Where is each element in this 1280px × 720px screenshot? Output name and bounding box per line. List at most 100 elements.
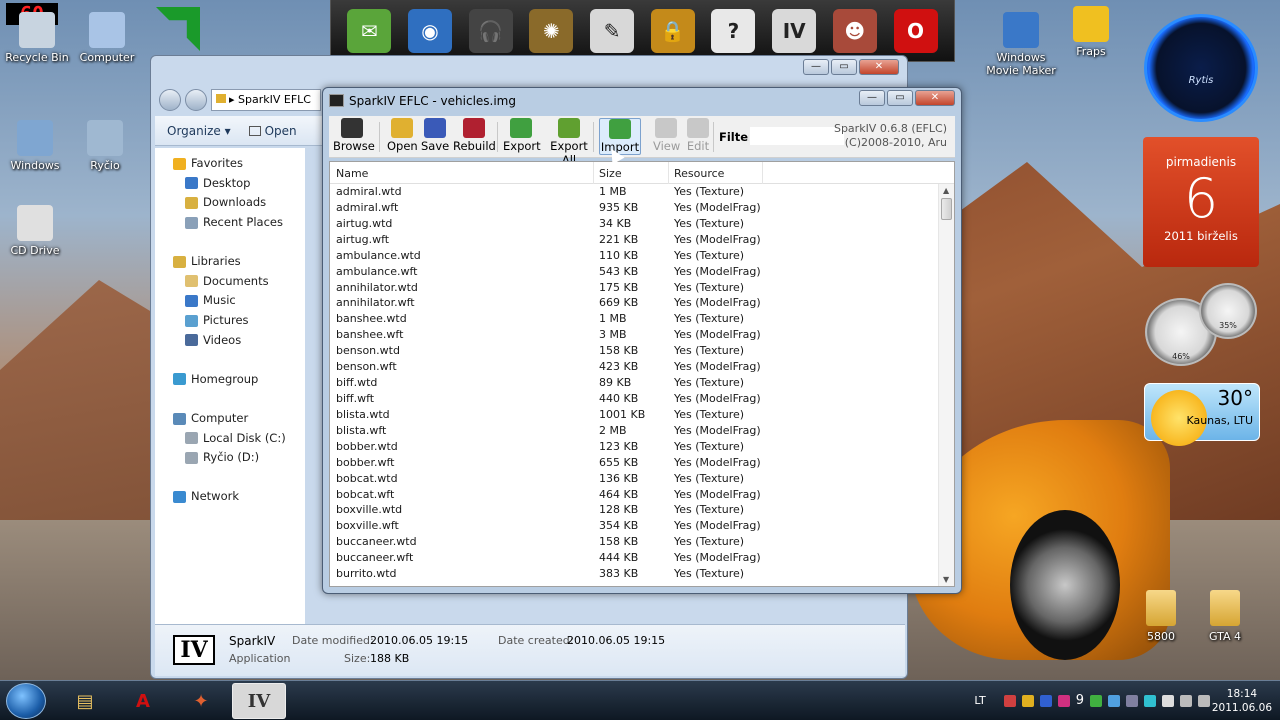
nav-item[interactable]: Local Disk (C:): [155, 428, 305, 448]
sparkiv-taskbar-button[interactable]: IV: [232, 683, 286, 719]
table-row[interactable]: bobcat.wft 464 KB Yes (ModelFrag): [330, 487, 954, 503]
network-icon[interactable]: [1180, 694, 1192, 707]
tray-app-icon[interactable]: [1003, 694, 1016, 707]
back-button[interactable]: [159, 89, 181, 111]
acrobat-taskbar-button[interactable]: A: [116, 683, 170, 719]
explorer-minimize-button[interactable]: —: [803, 59, 829, 75]
table-row[interactable]: burrito.wtd 383 KB Yes (Texture): [330, 566, 954, 582]
volume-icon[interactable]: [1198, 694, 1210, 707]
organize-button[interactable]: Organize ▾: [167, 124, 231, 138]
nav-item[interactable]: Favorites: [155, 154, 305, 174]
sparkiv-maximize-button[interactable]: ▭: [887, 90, 913, 106]
column-name[interactable]: Name: [336, 167, 368, 180]
film-reel-icon[interactable]: ✺: [529, 8, 574, 53]
app-taskbar-button[interactable]: ✦: [174, 683, 228, 719]
padlock-icon[interactable]: 🔒: [650, 8, 695, 53]
address-bar[interactable]: ▸ SparkIV EFLC: [211, 89, 321, 111]
vertical-scrollbar[interactable]: ▲ ▼: [938, 184, 954, 586]
nav-item[interactable]: Computer: [155, 409, 305, 429]
table-row[interactable]: bobber.wft 655 KB Yes (ModelFrag): [330, 455, 954, 471]
desktop-icon[interactable]: Computer: [72, 12, 142, 64]
ram-meter-gadget[interactable]: 35%: [1199, 283, 1257, 339]
table-row[interactable]: boxville.wtd 128 KB Yes (Texture): [330, 502, 954, 518]
table-row[interactable]: banshee.wft 3 MB Yes (ModelFrag): [330, 327, 954, 343]
desktop-icon[interactable]: Recycle Bin: [2, 12, 72, 64]
start-button[interactable]: [6, 683, 46, 719]
rebuild-button[interactable]: Rebuild: [453, 118, 496, 153]
desktop-icon[interactable]: 5800: [1126, 590, 1196, 643]
explorer-taskbar-button[interactable]: ▤: [58, 683, 112, 719]
table-row[interactable]: ambulance.wtd 110 KB Yes (Texture): [330, 248, 954, 264]
tray-app-icon[interactable]: [1108, 694, 1120, 707]
view-button[interactable]: View: [653, 118, 680, 153]
globe-icon[interactable]: ◉: [408, 8, 453, 53]
scroll-down-icon[interactable]: ▼: [943, 575, 949, 584]
explorer-maximize-button[interactable]: ▭: [831, 59, 857, 75]
sparkiv-minimize-button[interactable]: —: [859, 90, 885, 106]
nav-item[interactable]: Network: [155, 487, 305, 507]
tray-number[interactable]: 9: [1076, 693, 1084, 708]
table-row[interactable]: annihilator.wft 669 KB Yes (ModelFrag): [330, 295, 954, 311]
help-icon[interactable]: ?: [711, 8, 756, 53]
headphones-icon[interactable]: 🎧: [468, 8, 513, 53]
explorer-close-button[interactable]: ✕: [859, 59, 899, 75]
tray-app-icon[interactable]: [1144, 694, 1156, 707]
table-row[interactable]: biff.wtd 89 KB Yes (Texture): [330, 375, 954, 391]
table-row[interactable]: admiral.wft 935 KB Yes (ModelFrag): [330, 200, 954, 216]
table-row[interactable]: bobcat.wtd 136 KB Yes (Texture): [330, 471, 954, 487]
save-button[interactable]: Save: [421, 118, 449, 153]
open-button[interactable]: Open: [248, 124, 297, 138]
tray-app-icon[interactable]: [1126, 694, 1138, 707]
mail-icon[interactable]: ✉: [347, 8, 392, 53]
table-row[interactable]: biff.wft 440 KB Yes (ModelFrag): [330, 391, 954, 407]
column-size[interactable]: Size: [599, 167, 622, 180]
table-row[interactable]: airtug.wtd 34 KB Yes (Texture): [330, 216, 954, 232]
nav-item[interactable]: Downloads: [155, 193, 305, 213]
scrollbar-thumb[interactable]: [941, 198, 952, 220]
desktop-icon[interactable]: CD Drive: [0, 205, 70, 257]
nav-item[interactable]: Documents: [155, 272, 305, 292]
tray-app-icon[interactable]: [1021, 694, 1034, 707]
notepad-icon[interactable]: ✎: [590, 8, 635, 53]
column-resource[interactable]: Resource: [674, 167, 724, 180]
gta-character-icon[interactable]: ☻: [832, 8, 877, 53]
table-row[interactable]: boxville.wft 354 KB Yes (ModelFrag): [330, 518, 954, 534]
forward-button[interactable]: [185, 89, 207, 111]
desktop-icon[interactable]: Fraps: [1056, 6, 1126, 58]
open-button[interactable]: Open: [387, 118, 418, 153]
nav-item[interactable]: Music: [155, 291, 305, 311]
desktop-icon[interactable]: GTA 4: [1190, 590, 1260, 643]
table-row[interactable]: banshee.wtd 1 MB Yes (Texture): [330, 311, 954, 327]
taskbar-clock[interactable]: 18:14 2011.06.06: [1212, 687, 1272, 715]
table-row[interactable]: ambulance.wft 543 KB Yes (ModelFrag): [330, 264, 954, 280]
edit-button[interactable]: Edit: [685, 118, 711, 153]
opera-icon[interactable]: O: [893, 8, 938, 53]
table-row[interactable]: blista.wtd 1001 KB Yes (Texture): [330, 407, 954, 423]
scroll-up-icon[interactable]: ▲: [943, 186, 949, 195]
table-row[interactable]: airtug.wft 221 KB Yes (ModelFrag): [330, 232, 954, 248]
gta-iv-icon[interactable]: IV: [772, 8, 817, 53]
export-all-button[interactable]: Export All: [543, 118, 595, 167]
nav-item[interactable]: Libraries: [155, 252, 305, 272]
table-row[interactable]: bobber.wtd 123 KB Yes (Texture): [330, 439, 954, 455]
table-row[interactable]: buccaneer.wtd 158 KB Yes (Texture): [330, 534, 954, 550]
table-row[interactable]: admiral.wtd 1 MB Yes (Texture): [330, 184, 954, 200]
filter-input[interactable]: [749, 126, 845, 146]
desktop-icon[interactable]: Ryčio: [70, 120, 140, 172]
nav-item[interactable]: Ryčio (D:): [155, 448, 305, 468]
sparkiv-close-button[interactable]: ✕: [915, 90, 955, 106]
language-indicator[interactable]: LT: [974, 694, 985, 707]
nav-item[interactable]: Videos: [155, 330, 305, 350]
weather-gadget[interactable]: 30° Kaunas, LTU: [1144, 383, 1260, 446]
table-row[interactable]: blista.wft 2 MB Yes (ModelFrag): [330, 423, 954, 439]
export-button[interactable]: Export: [503, 118, 541, 153]
nav-item[interactable]: Pictures: [155, 311, 305, 331]
action-center-icon[interactable]: [1162, 694, 1174, 707]
table-row[interactable]: benson.wtd 158 KB Yes (Texture): [330, 343, 954, 359]
nav-item[interactable]: Recent Places: [155, 213, 305, 233]
nav-item[interactable]: Desktop: [155, 174, 305, 194]
desktop-icon[interactable]: Windows: [0, 120, 70, 172]
table-row[interactable]: buccaneer.wft 444 KB Yes (ModelFrag): [330, 550, 954, 566]
browse-button[interactable]: Browse: [333, 118, 375, 153]
calendar-gadget[interactable]: pirmadienis 6 2011 birželis: [1143, 137, 1259, 267]
